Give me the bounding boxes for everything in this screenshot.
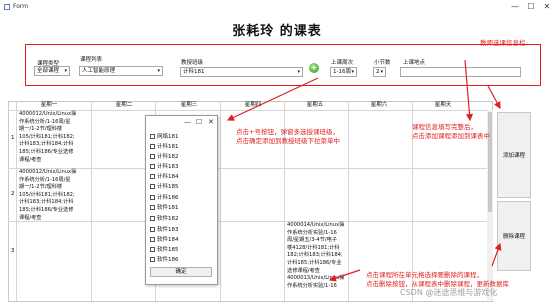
class-checkbox[interactable]: 软件186 [150,256,210,264]
class-checkbox[interactable]: 软件182 [150,215,210,223]
maximize-button[interactable]: ☐ [524,2,538,12]
col-divider [16,101,17,301]
checkbox-icon [150,237,155,242]
class-checkbox[interactable]: 计科181 [150,143,210,151]
checkbox-icon [150,154,155,159]
watermark: CSDN @迷途思维与游戏化 [400,288,498,297]
table-cell[interactable]: 4000012/Unix/Linux操 作系统分析/1-16周/星 期一/1-2… [19,111,91,164]
row-number: 2 [11,191,15,197]
header-wed: 星期三 [180,102,198,108]
class-checkbox[interactable]: 软件181 [150,204,210,212]
class-checkbox[interactable]: 软件183 [150,226,210,234]
checkbox-icon [150,195,155,200]
class-checkbox[interactable]: 计科182 [150,153,210,161]
confirm-button[interactable]: 确定 [150,267,212,277]
checkbox-icon [150,134,155,139]
scrollbar-thumb[interactable] [488,112,492,212]
minimize-button[interactable]: — [508,2,522,12]
class-checkbox[interactable]: 计科183 [150,163,210,171]
panel-annotation: 教师选课信息栏 [480,39,526,47]
class-checkbox[interactable]: 网络181 [150,133,210,141]
window-titlebar [0,0,554,14]
checkbox-icon [150,247,155,252]
checkbox-icon [150,164,155,169]
chevron-down-icon: ▾ [157,68,160,74]
delete-course-button[interactable]: 删除课程 [497,201,531,271]
checkbox-icon [150,227,155,232]
section-label: 小节数 [374,60,391,66]
table-cell[interactable]: 4000012/Unix/Linux操 作系统分析/1-16周/星 期一/1-2… [19,169,91,222]
col-divider [91,101,92,301]
header-tue: 星期二 [115,102,133,108]
row-number: 1 [11,135,15,141]
dialog-close-button[interactable]: ✕ [208,118,214,126]
add-annotation-line2: 点击添加课程添加到课表中 [412,132,490,140]
table-cell[interactable]: 4000014/Unix/Linux操 作系统分析实验/1-16 周/星期五/3… [287,222,349,290]
popup-annotation-line2: 点击确定添加到教授班级下拉菜单中 [236,137,340,145]
course-list-label: 课程列表 [80,57,103,63]
week-label: 上课周次 [331,60,354,66]
chevron-down-icon: ▾ [380,69,383,75]
checkbox-icon [150,174,155,179]
checkbox-icon [150,216,155,221]
page-title: 张耗玲 的课表 [232,24,322,39]
class-checkbox[interactable]: 计科186 [150,194,210,202]
header-sat: 星期六 [370,102,388,108]
chevron-down-icon: ▾ [297,69,300,75]
add-course-button[interactable]: 添加课程 [497,112,531,198]
class-select[interactable]: 计科181 ▾ [180,67,303,77]
class-label: 教授班级 [181,60,204,66]
dialog-maximize-button[interactable]: ☐ [196,118,202,126]
checkbox-icon [150,184,155,189]
header-thu: 星期四 [244,102,262,108]
row-number: 3 [11,248,15,254]
dialog-minimize-button[interactable]: — [184,118,191,126]
chevron-down-icon: ▾ [351,69,354,75]
col-divider [220,101,221,301]
header-fri: 星期五 [306,102,324,108]
close-button[interactable]: ✕ [540,2,554,12]
header-sun: 星期天 [434,102,452,108]
class-checkbox[interactable]: 软件185 [150,246,210,254]
app-icon [4,4,10,10]
course-type-select[interactable]: 全部课程 ▾ [34,66,70,76]
chevron-down-icon: ▾ [64,68,67,74]
class-checkbox[interactable]: 软件184 [150,236,210,244]
checkbox-icon [150,144,155,149]
class-checkbox[interactable]: 计科185 [150,183,210,191]
location-label: 上课地点 [403,60,426,66]
header-mon: 星期一 [40,102,58,108]
section-select[interactable]: 2 ▾ [373,67,386,77]
week-select[interactable]: 1-16周 ▾ [330,67,357,77]
add-class-button[interactable]: + [309,63,319,73]
class-checkbox[interactable]: 计科184 [150,173,210,181]
checkbox-icon [150,257,155,262]
course-list-select[interactable]: 人工智能原理 ▾ [79,66,163,76]
window-title: Form [13,3,29,10]
course-panel-highlight [25,44,541,86]
location-input[interactable] [400,67,521,77]
checkbox-icon [150,205,155,210]
